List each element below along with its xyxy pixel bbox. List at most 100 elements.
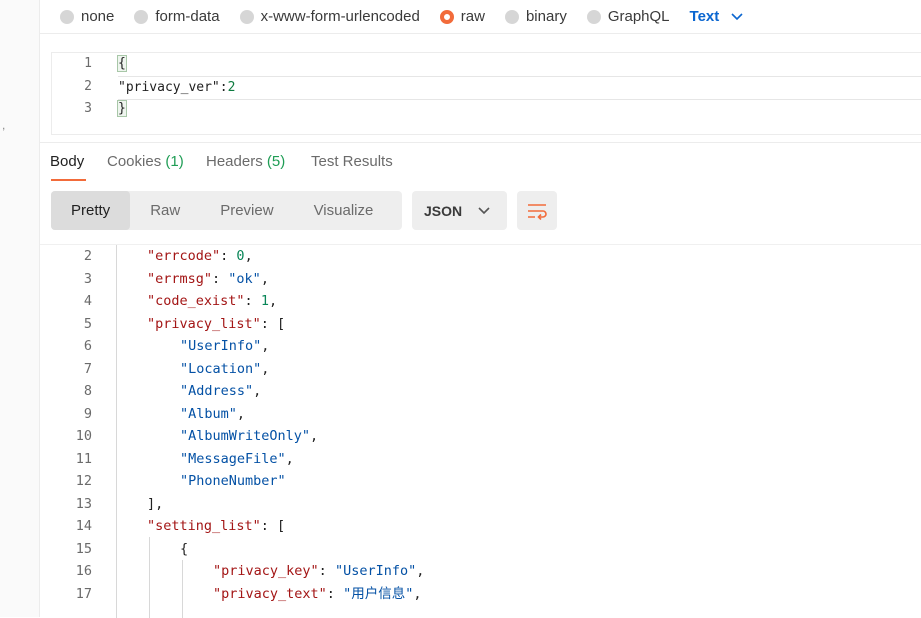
code-line: 3 "errmsg": "ok", bbox=[40, 268, 921, 291]
json-key: "privacy_ver" bbox=[118, 79, 220, 95]
json-key: "privacy_text" bbox=[213, 585, 327, 602]
json-key: "errmsg" bbox=[147, 270, 213, 287]
view-raw-button[interactable]: Raw bbox=[130, 191, 200, 230]
line-number: 3 bbox=[83, 270, 92, 287]
response-body-viewer[interactable]: 2 "errcode": 0, 3 "errmsg": "ok", 4 "code_exi… bbox=[40, 244, 921, 618]
punctuation: , bbox=[268, 293, 278, 309]
punctuation: , bbox=[285, 450, 294, 467]
code-text: "Address", bbox=[116, 380, 261, 403]
line-number: 9 bbox=[83, 405, 92, 422]
code-line: 15 { bbox=[40, 538, 921, 561]
radio-graphql[interactable]: GraphQL bbox=[586, 8, 670, 25]
punctuation: , bbox=[260, 270, 269, 287]
json-string: "Location" bbox=[180, 360, 262, 377]
radio-dot-icon bbox=[60, 9, 74, 24]
json-string: "Address" bbox=[180, 383, 254, 399]
tab-body-underline bbox=[51, 179, 86, 181]
tab-body[interactable]: Body bbox=[50, 153, 84, 170]
radio-raw[interactable]: raw bbox=[439, 8, 485, 25]
code-line: 4 "code_exist": 1, bbox=[40, 290, 921, 313]
punctuation: : [ bbox=[260, 518, 286, 534]
code-text: "setting_list": [ bbox=[116, 515, 285, 538]
radio-dot-icon bbox=[586, 9, 601, 24]
tab-test-results[interactable]: Test Results bbox=[311, 153, 393, 170]
raw-type-dropdown[interactable]: Text bbox=[690, 8, 744, 25]
punctuation: , bbox=[244, 248, 253, 264]
code-line: 1{ bbox=[52, 53, 921, 76]
line-number: 3 bbox=[84, 101, 92, 116]
code-text: "privacy_text": "用户信息", bbox=[116, 583, 421, 606]
code-line: 8 "Address", bbox=[40, 380, 921, 403]
tab-headers-count: (5) bbox=[266, 153, 286, 170]
tab-headers-label: Headers bbox=[206, 153, 263, 170]
json-string: "ok" bbox=[228, 270, 261, 287]
code-text: "Album", bbox=[116, 403, 245, 426]
punctuation: ], bbox=[147, 495, 164, 512]
view-preview-button[interactable]: Preview bbox=[200, 191, 293, 230]
request-body-editor[interactable]: 1{2 "privacy_ver":2 3} bbox=[51, 52, 921, 135]
line-number: 8 bbox=[83, 383, 92, 399]
radio-none[interactable]: none bbox=[60, 8, 114, 25]
punctuation: : bbox=[244, 293, 261, 309]
code-line: 7 "Location", bbox=[40, 358, 921, 381]
punctuation: , bbox=[413, 585, 422, 602]
line-number: 15 bbox=[75, 540, 92, 557]
code-line: 2 "privacy_ver":2 bbox=[52, 75, 921, 100]
code-line: 3} bbox=[52, 98, 921, 121]
line-number: 12 bbox=[75, 473, 92, 489]
json-string: "UserInfo" bbox=[180, 338, 262, 354]
json-key: "errcode" bbox=[147, 248, 221, 264]
radio-dot-icon bbox=[504, 9, 519, 24]
code-line: 5 "privacy_list": [ bbox=[40, 313, 921, 336]
punctuation: , bbox=[253, 383, 262, 399]
sidebar-edge: , bbox=[0, 0, 40, 617]
code-line: 2 "errcode": 0, bbox=[40, 245, 921, 268]
tab-cookies-label: Cookies bbox=[107, 153, 162, 170]
code-line: 16 "privacy_key": "UserInfo", bbox=[40, 560, 921, 583]
code-text: ], bbox=[116, 493, 163, 516]
code-text: "MessageFile", bbox=[116, 448, 294, 471]
code-line: 13], bbox=[40, 493, 921, 516]
line-number: 5 bbox=[83, 315, 92, 332]
body-type-selector: none form-data x-www-form-urlencoded raw bin… bbox=[40, 0, 921, 34]
view-pretty-button[interactable]: Pretty bbox=[51, 191, 131, 230]
chevron-down-icon bbox=[478, 206, 490, 214]
json-number: 1 bbox=[260, 293, 269, 309]
code-text: "Location", bbox=[116, 358, 269, 381]
line-number: 14 bbox=[75, 518, 92, 534]
json-string: "Album" bbox=[180, 405, 237, 422]
json-number: 0 bbox=[236, 248, 245, 264]
code-line: 9 "Album", bbox=[40, 403, 921, 426]
json-string: "PhoneNumber" bbox=[180, 473, 286, 489]
line-number: 7 bbox=[83, 360, 92, 377]
radio-dot-icon bbox=[239, 9, 254, 24]
code-text: "errcode": 0, bbox=[116, 245, 253, 268]
response-tabs: Body Cookies (1) Headers (5) Test Result… bbox=[40, 142, 921, 183]
json-string: "MessageFile" bbox=[180, 450, 286, 467]
punctuation: : bbox=[220, 248, 237, 264]
radio-x-www-form-urlencoded[interactable]: x-www-form-urlencoded bbox=[239, 8, 420, 25]
radio-form-data[interactable]: form-data bbox=[134, 8, 220, 25]
radio-binary[interactable]: binary bbox=[504, 8, 567, 25]
radio-label: binary bbox=[525, 8, 567, 25]
punctuation: , bbox=[310, 428, 319, 444]
format-select[interactable]: JSON bbox=[412, 191, 507, 230]
punctuation: , bbox=[416, 563, 425, 579]
punctuation: : bbox=[219, 79, 228, 95]
view-visualize-button[interactable]: Visualize bbox=[294, 191, 394, 230]
json-string: "用户信息" bbox=[343, 585, 414, 602]
punctuation: , bbox=[236, 405, 246, 422]
sidebar-fragment: , bbox=[2, 118, 6, 132]
raw-type-label: Text bbox=[689, 8, 720, 25]
punctuation: : bbox=[326, 585, 344, 602]
line-number: 2 bbox=[84, 78, 92, 94]
json-key: "setting_list" bbox=[147, 518, 261, 534]
wrap-lines-button[interactable] bbox=[517, 191, 557, 230]
json-string: "UserInfo" bbox=[334, 563, 417, 579]
tab-cookies[interactable]: Cookies (1) bbox=[107, 153, 184, 170]
tab-headers[interactable]: Headers (5) bbox=[206, 153, 285, 170]
chevron-down-icon bbox=[731, 12, 743, 20]
punctuation: : [ bbox=[260, 315, 286, 332]
code-text: "PhoneNumber" bbox=[116, 470, 286, 493]
code-text: "privacy_list": [ bbox=[116, 313, 285, 336]
